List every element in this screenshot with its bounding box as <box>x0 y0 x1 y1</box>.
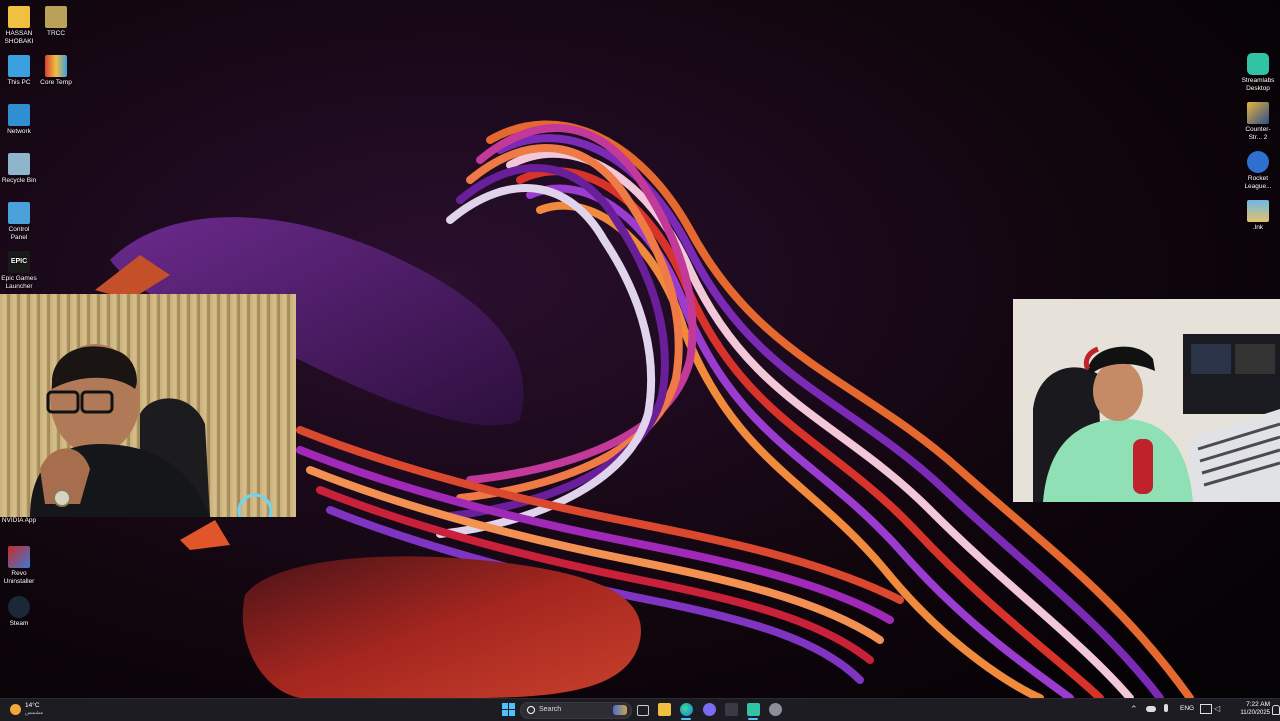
recycle-bin-icon <box>8 153 30 175</box>
rocket-league-icon <box>1247 151 1269 173</box>
task-view-icon[interactable] <box>637 705 649 716</box>
desktop-icon-revo-uninstaller[interactable]: Revo Uninstaller <box>0 546 38 585</box>
speaker-icon[interactable]: ◁ <box>1214 704 1220 713</box>
desktop-icon-label: TRCC <box>46 30 66 37</box>
desktop-icon-rocket-league[interactable]: Rocket League... <box>1239 151 1277 190</box>
onedrive-icon[interactable] <box>1146 706 1156 712</box>
desktop-icon-label: Revo Uninstaller <box>3 570 35 585</box>
monitor-icon <box>8 55 30 77</box>
webcam-overlay-left <box>0 294 296 517</box>
epic-games-icon: EPIC <box>8 251 30 273</box>
network-icon <box>8 104 30 126</box>
network-status-icon[interactable] <box>1200 704 1212 714</box>
desktop-icon-recycle-bin[interactable]: Recycle Bin <box>0 153 38 185</box>
start-button[interactable] <box>502 703 515 716</box>
discord-icon[interactable] <box>703 703 716 716</box>
search-box[interactable]: Search <box>520 702 632 719</box>
desktop-icon-label: Steam <box>9 620 29 627</box>
desktop-icon-core-temp[interactable]: Core Temp <box>37 55 75 87</box>
edge-browser-icon[interactable] <box>680 703 693 716</box>
microphone-icon[interactable] <box>1164 704 1168 712</box>
desktop-icon-hassan-shobaki[interactable]: HASSAN SHOBAKI <box>0 6 38 45</box>
desktop-icon-label: HASSAN SHOBAKI <box>4 30 34 45</box>
desktop-icon-label: NVIDIA App <box>1 517 37 524</box>
language-indicator[interactable]: ENG <box>1180 705 1194 712</box>
desktop-icon-label: Rocket League... <box>1244 175 1272 190</box>
desktop-icon-streamlabs[interactable]: Streamlabs Desktop <box>1239 53 1277 92</box>
desktop-icon-steam[interactable]: Steam <box>0 596 38 628</box>
clock-time[interactable]: 7:22 AM <box>1236 701 1270 708</box>
taskbar: 14°C مشمس Search ⌃ ENG ◁ 7:22 AM 11/20/2… <box>0 698 1280 721</box>
revo-uninstaller-icon <box>8 546 30 568</box>
desktop-icon-counter-strike[interactable]: Counter-Str... 2 <box>1239 102 1277 141</box>
streamlabs-icon <box>1247 53 1269 75</box>
weather-desc: مشمس <box>25 710 44 716</box>
desktop-icon-label: Control Panel <box>8 226 30 241</box>
weather-widget[interactable]: 14°C مشمس <box>10 702 70 717</box>
control-panel-icon <box>8 202 30 224</box>
desktop-icon-lnk[interactable]: .lnk <box>1239 200 1277 232</box>
desktop-icon-label: .lnk <box>1252 224 1264 231</box>
desktop-icon-label: Counter-Str... 2 <box>1245 126 1271 141</box>
webcam-overlay-right <box>1013 299 1280 502</box>
desktop-icon-label: This PC <box>7 79 31 86</box>
search-icon <box>527 706 535 714</box>
desktop-icon-control-panel[interactable]: Control Panel <box>0 202 38 241</box>
streamlabs-taskbar-icon[interactable] <box>747 703 760 716</box>
shortcut-icon <box>1247 200 1269 222</box>
calculator-icon[interactable] <box>725 703 738 716</box>
desktop-icon-this-pc[interactable]: This PC <box>0 55 38 87</box>
steam-icon <box>8 596 30 618</box>
desktop-icon-label: Network <box>7 128 31 135</box>
desktop-icon-label: Core Temp <box>40 79 72 86</box>
notification-bell-icon[interactable] <box>1272 705 1280 715</box>
desktop-icon-label: Recycle Bin <box>1 177 37 184</box>
desktop-icon-epic-games[interactable]: EPIC Epic Games Launcher <box>0 251 38 290</box>
search-placeholder: Search <box>539 706 562 713</box>
folder-icon <box>45 6 67 28</box>
desktop-icon-label: Epic Games Launcher <box>1 275 37 290</box>
weather-temp: 14°C <box>25 702 40 709</box>
counter-strike-icon <box>1247 102 1269 124</box>
folder-icon <box>8 6 30 28</box>
clock-date[interactable]: 11/20/2025 <box>1226 710 1270 716</box>
search-highlight-icon <box>613 705 627 715</box>
weather-icon <box>10 704 21 715</box>
desktop-icon-label: Streamlabs Desktop <box>1241 77 1275 92</box>
desktop-icon-trcc[interactable]: TRCC <box>37 6 75 38</box>
thermometer-icon <box>45 55 67 77</box>
desktop-icon-network[interactable]: Network <box>0 104 38 136</box>
file-explorer-icon[interactable] <box>658 703 671 716</box>
settings-gear-icon[interactable] <box>769 703 782 716</box>
chevron-up-icon[interactable]: ⌃ <box>1130 704 1138 715</box>
